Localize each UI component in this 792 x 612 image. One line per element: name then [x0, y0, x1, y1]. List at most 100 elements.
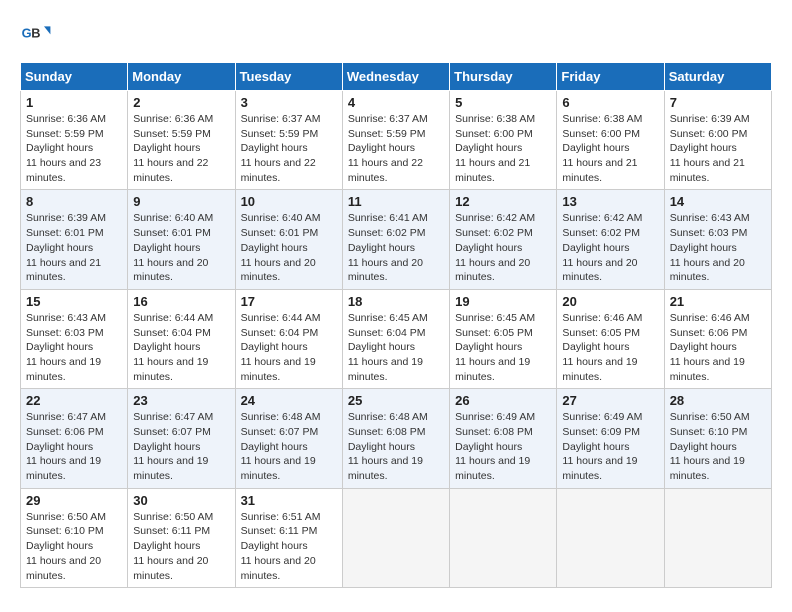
day-number: 26 — [455, 393, 551, 408]
table-row: 12 Sunrise: 6:42 AMSunset: 6:02 PMDayligh… — [450, 190, 557, 289]
calendar-table: SundayMondayTuesdayWednesdayThursdayFrid… — [20, 62, 772, 588]
day-info: Sunrise: 6:38 AMSunset: 6:00 PMDaylight … — [562, 112, 658, 185]
dow-sunday: Sunday — [21, 63, 128, 91]
day-info: Sunrise: 6:36 AMSunset: 5:59 PMDaylight … — [26, 112, 122, 185]
svg-text:B: B — [31, 26, 40, 41]
day-info: Sunrise: 6:36 AMSunset: 5:59 PMDaylight … — [133, 112, 229, 185]
table-row: 13Sunrise: 6:42 AMSunset: 6:02 PMDayligh… — [557, 190, 664, 289]
day-info: Sunrise: 6:45 AMSunset: 6:05 PMDaylight … — [455, 311, 551, 384]
table-row: 14 Sunrise: 6:43 AMSunset: 6:03 PMDayligh… — [664, 190, 771, 289]
day-number: 22 — [26, 393, 122, 408]
day-info: Sunrise: 6:37 AMSunset: 5:59 PMDaylight … — [241, 112, 337, 185]
table-row: 31Sunrise: 6:51 AMSunset: 6:11 PMDayligh… — [235, 488, 342, 587]
day-number: 23 — [133, 393, 229, 408]
table-row: 20 Sunrise: 6:46 AMSunset: 6:05 PMDayligh… — [557, 289, 664, 388]
day-info: Sunrise: 6:42 AMSunset: 6:02 PMDaylight … — [455, 211, 551, 284]
dow-saturday: Saturday — [664, 63, 771, 91]
table-row — [342, 488, 449, 587]
day-number: 2 — [133, 95, 229, 110]
day-number: 31 — [241, 493, 337, 508]
day-info: Sunrise: 6:42 AMSunset: 6:02 PMDaylight … — [562, 211, 658, 284]
day-info: Sunrise: 6:48 AMSunset: 6:08 PMDaylight … — [348, 410, 444, 483]
table-row: 17 Sunrise: 6:44 AMSunset: 6:04 PMDayligh… — [235, 289, 342, 388]
table-row — [664, 488, 771, 587]
day-number: 21 — [670, 294, 766, 309]
day-number: 14 — [670, 194, 766, 209]
table-row: 1 Sunrise: 6:36 AMSunset: 5:59 PMDaylight… — [21, 91, 128, 190]
day-number: 25 — [348, 393, 444, 408]
logo: G B — [20, 20, 56, 52]
day-number: 24 — [241, 393, 337, 408]
table-row: 4Sunrise: 6:37 AMSunset: 5:59 PMDaylight… — [342, 91, 449, 190]
day-info: Sunrise: 6:47 AMSunset: 6:07 PMDaylight … — [133, 410, 229, 483]
day-info: Sunrise: 6:50 AMSunset: 6:10 PMDaylight … — [670, 410, 766, 483]
table-row: 6Sunrise: 6:38 AMSunset: 6:00 PMDaylight… — [557, 91, 664, 190]
day-info: Sunrise: 6:39 AMSunset: 6:00 PMDaylight … — [670, 112, 766, 185]
table-row — [450, 488, 557, 587]
day-info: Sunrise: 6:38 AMSunset: 6:00 PMDaylight … — [455, 112, 551, 185]
table-row: 19 Sunrise: 6:45 AMSunset: 6:05 PMDayligh… — [450, 289, 557, 388]
dow-friday: Friday — [557, 63, 664, 91]
table-row: 18Sunrise: 6:45 AMSunset: 6:04 PMDayligh… — [342, 289, 449, 388]
dow-monday: Monday — [128, 63, 235, 91]
table-row: 10 Sunrise: 6:40 AMSunset: 6:01 PMDayligh… — [235, 190, 342, 289]
table-row — [557, 488, 664, 587]
day-number: 20 — [562, 294, 658, 309]
logo-icon: G B — [20, 20, 52, 52]
day-info: Sunrise: 6:45 AMSunset: 6:04 PMDaylight … — [348, 311, 444, 384]
day-info: Sunrise: 6:48 AMSunset: 6:07 PMDaylight … — [241, 410, 337, 483]
day-info: Sunrise: 6:46 AMSunset: 6:06 PMDaylight … — [670, 311, 766, 384]
table-row: 2 Sunrise: 6:36 AMSunset: 5:59 PMDaylight… — [128, 91, 235, 190]
table-row: 28 Sunrise: 6:50 AMSunset: 6:10 PMDayligh… — [664, 389, 771, 488]
table-row: 8Sunrise: 6:39 AMSunset: 6:01 PMDaylight… — [21, 190, 128, 289]
day-info: Sunrise: 6:40 AMSunset: 6:01 PMDaylight … — [133, 211, 229, 284]
day-info: Sunrise: 6:44 AMSunset: 6:04 PMDaylight … — [241, 311, 337, 384]
day-number: 7 — [670, 95, 766, 110]
day-info: Sunrise: 6:44 AMSunset: 6:04 PMDaylight … — [133, 311, 229, 384]
table-row: 30 Sunrise: 6:50 AMSunset: 6:11 PMDayligh… — [128, 488, 235, 587]
table-row: 27 Sunrise: 6:49 AMSunset: 6:09 PMDayligh… — [557, 389, 664, 488]
day-info: Sunrise: 6:50 AMSunset: 6:10 PMDaylight … — [26, 510, 122, 583]
table-row: 25 Sunrise: 6:48 AMSunset: 6:08 PMDayligh… — [342, 389, 449, 488]
table-row: 11 Sunrise: 6:41 AMSunset: 6:02 PMDayligh… — [342, 190, 449, 289]
day-number: 11 — [348, 194, 444, 209]
day-number: 30 — [133, 493, 229, 508]
day-number: 29 — [26, 493, 122, 508]
table-row: 9 Sunrise: 6:40 AMSunset: 6:01 PMDaylight… — [128, 190, 235, 289]
day-number: 15 — [26, 294, 122, 309]
day-number: 10 — [241, 194, 337, 209]
table-row: 21 Sunrise: 6:46 AMSunset: 6:06 PMDayligh… — [664, 289, 771, 388]
page-header: G B — [20, 20, 772, 52]
dow-wednesday: Wednesday — [342, 63, 449, 91]
dow-thursday: Thursday — [450, 63, 557, 91]
day-number: 1 — [26, 95, 122, 110]
day-info: Sunrise: 6:40 AMSunset: 6:01 PMDaylight … — [241, 211, 337, 284]
day-info: Sunrise: 6:46 AMSunset: 6:05 PMDaylight … — [562, 311, 658, 384]
day-info: Sunrise: 6:41 AMSunset: 6:02 PMDaylight … — [348, 211, 444, 284]
day-number: 19 — [455, 294, 551, 309]
dow-tuesday: Tuesday — [235, 63, 342, 91]
day-number: 8 — [26, 194, 122, 209]
day-info: Sunrise: 6:49 AMSunset: 6:09 PMDaylight … — [562, 410, 658, 483]
day-number: 5 — [455, 95, 551, 110]
day-number: 16 — [133, 294, 229, 309]
table-row: 29 Sunrise: 6:50 AMSunset: 6:10 PMDayligh… — [21, 488, 128, 587]
table-row: 7 Sunrise: 6:39 AMSunset: 6:00 PMDaylight… — [664, 91, 771, 190]
day-number: 27 — [562, 393, 658, 408]
day-number: 17 — [241, 294, 337, 309]
day-info: Sunrise: 6:49 AMSunset: 6:08 PMDaylight … — [455, 410, 551, 483]
day-number: 9 — [133, 194, 229, 209]
day-number: 4 — [348, 95, 444, 110]
day-info: Sunrise: 6:43 AMSunset: 6:03 PMDaylight … — [26, 311, 122, 384]
table-row: 5 Sunrise: 6:38 AMSunset: 6:00 PMDaylight… — [450, 91, 557, 190]
day-info: Sunrise: 6:47 AMSunset: 6:06 PMDaylight … — [26, 410, 122, 483]
table-row: 16 Sunrise: 6:44 AMSunset: 6:04 PMDayligh… — [128, 289, 235, 388]
table-row: 22 Sunrise: 6:47 AMSunset: 6:06 PMDayligh… — [21, 389, 128, 488]
table-row: 23 Sunrise: 6:47 AMSunset: 6:07 PMDayligh… — [128, 389, 235, 488]
day-number: 12 — [455, 194, 551, 209]
table-row: 24 Sunrise: 6:48 AMSunset: 6:07 PMDayligh… — [235, 389, 342, 488]
day-number: 28 — [670, 393, 766, 408]
day-info: Sunrise: 6:43 AMSunset: 6:03 PMDaylight … — [670, 211, 766, 284]
day-info: Sunrise: 6:50 AMSunset: 6:11 PMDaylight … — [133, 510, 229, 583]
day-number: 3 — [241, 95, 337, 110]
